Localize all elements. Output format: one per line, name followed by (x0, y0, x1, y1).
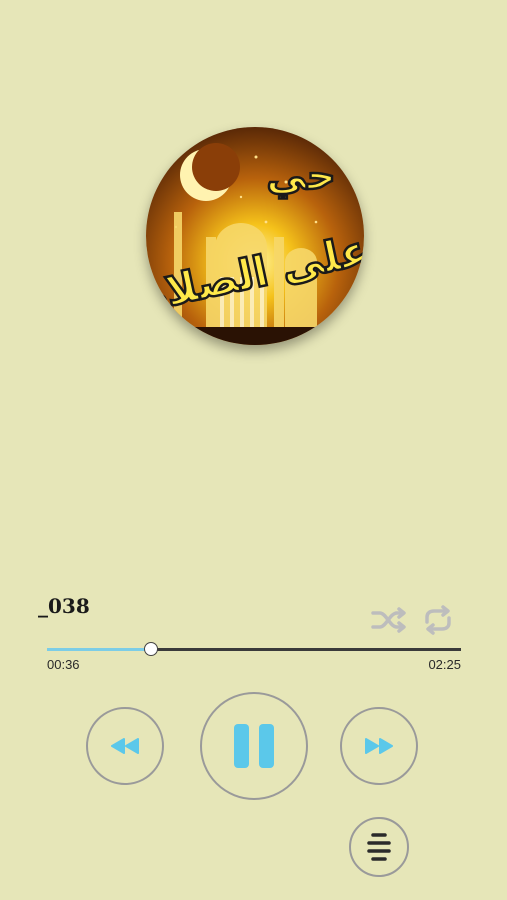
total-time: 02:25 (428, 657, 461, 672)
repeat-button[interactable] (421, 604, 455, 636)
playlist-icon (367, 833, 391, 861)
shuffle-button[interactable] (370, 606, 408, 634)
current-time: 00:36 (47, 657, 80, 672)
seek-bar[interactable] (47, 642, 461, 656)
fast-forward-button[interactable] (340, 707, 418, 785)
track-title: _038 (38, 594, 90, 618)
repeat-icon (425, 605, 451, 635)
seek-handle[interactable] (143, 642, 158, 656)
rewind-button[interactable] (86, 707, 164, 785)
album-art: حي على الصلاة (146, 127, 364, 345)
shuffle-icon (371, 607, 406, 633)
rewind-icon (111, 738, 139, 754)
pause-button[interactable] (200, 692, 308, 800)
playlist-button[interactable] (349, 817, 409, 877)
pause-icon (234, 724, 274, 768)
album-art-text-top: حي (266, 153, 335, 199)
fast-forward-icon (365, 738, 393, 754)
seek-bar-progress (47, 648, 151, 651)
